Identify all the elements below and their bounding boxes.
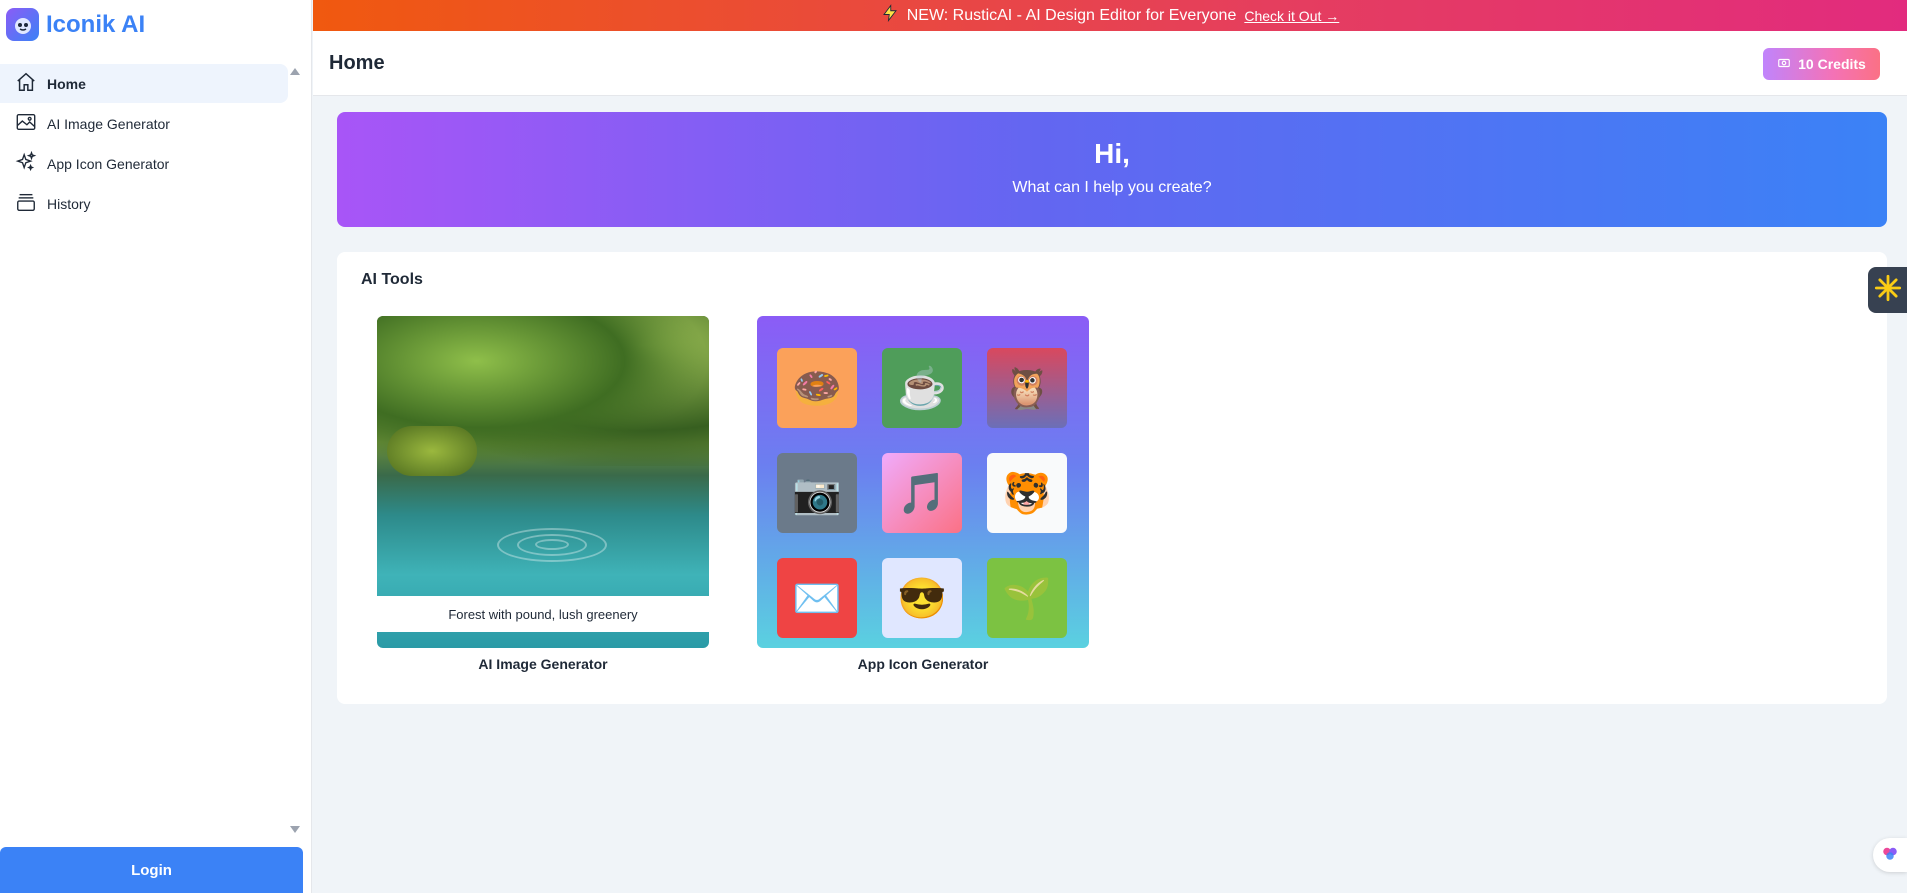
hero-banner: Hi, What can I help you create? [337, 112, 1887, 227]
credits-label: 10 Credits [1798, 56, 1866, 72]
tool-card-ai-image-generator[interactable]: Forest with pound, lush greenery AI Imag… [377, 316, 709, 672]
avatar-app-icon: 😎 [882, 558, 962, 638]
sidebar-item-label: AI Image Generator [47, 115, 170, 132]
sidebar: Iconik AI Home AI Image Generator App Ic… [0, 0, 312, 893]
credits-button[interactable]: 10 Credits [1763, 48, 1880, 80]
login-button[interactable]: Login [0, 847, 303, 893]
app-logo[interactable]: Iconik AI [6, 8, 145, 41]
sidebar-item-history[interactable]: History [0, 184, 288, 223]
scroll-down-icon[interactable] [290, 826, 300, 833]
scroll-up-icon[interactable] [290, 68, 300, 75]
ai-tools-panel: AI Tools Forest with pound, lush greener… [337, 252, 1887, 704]
plant-app-icon: 🌱 [987, 558, 1067, 638]
banner-text: NEW: RusticAI - AI Design Editor for Eve… [906, 6, 1237, 24]
owl-app-icon: 🦉 [987, 348, 1067, 428]
asterisk-icon [1874, 274, 1902, 307]
logo-icon [6, 8, 39, 41]
hero-title: Hi, [1094, 138, 1130, 169]
sidebar-item-label: History [47, 195, 91, 212]
sparkle-icon [15, 150, 37, 176]
sidebar-nav: Home AI Image Generator App Icon Generat… [0, 64, 288, 224]
sidebar-item-app-icon-generator[interactable]: App Icon Generator [0, 144, 288, 183]
mail-app-icon: ✉️ [777, 558, 857, 638]
forest-pond-image: Forest with pound, lush greenery [377, 316, 709, 648]
hero-subtitle: What can I help you create? [1012, 179, 1212, 196]
image-icon [15, 111, 37, 136]
section-title: AI Tools [361, 271, 423, 288]
announcement-banner: NEW: RusticAI - AI Design Editor for Eve… [313, 0, 1907, 31]
music-app-icon: 🎵 [882, 453, 962, 533]
cup-app-icon: ☕ [882, 348, 962, 428]
page-header: Home 10 Credits [313, 31, 1907, 96]
sidebar-item-ai-image-generator[interactable]: AI Image Generator [0, 104, 288, 143]
floating-widget-button[interactable] [1868, 267, 1907, 313]
home-icon [15, 71, 37, 96]
camera-app-icon: 📷 [777, 453, 857, 533]
tool-label: App Icon Generator [857, 656, 989, 672]
sidebar-item-home[interactable]: Home [0, 64, 288, 103]
coin-icon [1777, 56, 1791, 73]
brain-icon [1881, 844, 1899, 867]
banner-link[interactable]: Check it Out → [1244, 8, 1339, 24]
page-title: Home [329, 52, 385, 74]
bowl-app-icon: 🍩 [777, 348, 857, 428]
app-name: Iconik AI [46, 10, 146, 38]
sidebar-item-label: App Icon Generator [47, 155, 170, 172]
image-caption: Forest with pound, lush greenery [377, 596, 709, 632]
app-icons-preview: 🍩 ☕ 🦉 📷 🎵 🐯 ✉️ 😎 🌱 [757, 316, 1089, 648]
lightning-icon [881, 4, 899, 27]
tiger-app-icon: 🐯 [987, 453, 1067, 533]
assistant-button[interactable] [1873, 838, 1907, 872]
tool-label: AI Image Generator [478, 656, 608, 672]
tool-card-app-icon-generator[interactable]: 🍩 ☕ 🦉 📷 🎵 🐯 ✉️ 😎 🌱 App Icon Generator [757, 316, 1089, 672]
archive-icon [15, 191, 37, 216]
sidebar-item-label: Home [47, 75, 86, 92]
